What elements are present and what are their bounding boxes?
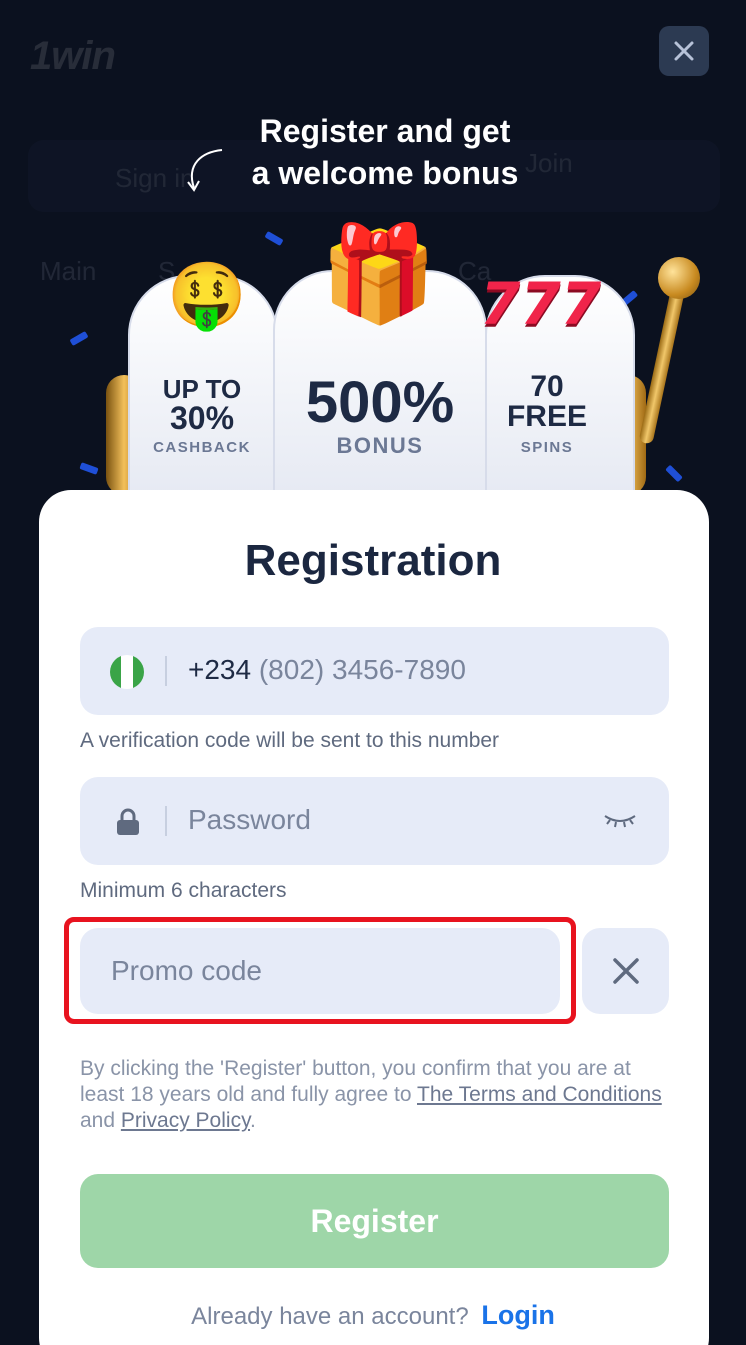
money-face-icon: 🤑 [167,259,247,331]
bonus-value: 500% [305,370,455,435]
welcome-bonus-banner: 🤑 🎁 777 UP TO 30% CASHBACK 500% BONUS 70… [60,215,710,515]
cashback-label: CASHBACK [153,439,251,456]
nigeria-flag-icon[interactable] [110,655,144,689]
lucky-seven-icon: 777 [480,270,602,338]
register-button[interactable]: Register [80,1174,669,1268]
clear-icon [612,958,639,984]
curl-arrow-icon [187,149,223,192]
free-spins-line2: FREE [506,400,587,433]
password-hint: Minimum 6 characters [80,879,287,902]
confetti [264,230,284,247]
login-link[interactable]: Login [481,1300,554,1330]
free-spins-label: SPINS [520,439,574,456]
eye-closed-icon[interactable] [603,812,637,830]
privacy-policy-link[interactable]: Privacy Policy [121,1109,250,1132]
promo-heading-line2: a welcome bonus [251,155,519,191]
terms-link[interactable]: The Terms and Conditions [417,1083,662,1106]
confetti [665,464,683,483]
country-code: +234 [188,654,252,685]
login-row: Already have an account? Login [0,1300,746,1331]
password-divider [165,806,167,836]
promo-heading-line1: Register and get [259,113,511,149]
slot-lever [638,275,688,445]
confetti [69,330,89,347]
page-title: Registration [244,536,502,585]
close-icon [674,41,694,61]
cashback-value: 30% [169,400,235,436]
promo-heading: Register and get a welcome bonus [200,110,570,194]
slot-lever-knob [658,257,700,299]
password-input[interactable]: Password [188,804,311,836]
bonus-label: BONUS [336,433,424,458]
confetti [79,462,99,475]
legal-text-and: and [80,1109,121,1132]
legal-notice: By clicking the 'Register' button, you c… [80,1056,670,1134]
cashback-line1: UP TO [162,374,242,404]
gift-icon: 🎁 [320,221,438,326]
close-button[interactable] [659,26,709,76]
lock-icon [117,808,139,835]
phone-hint: A verification code will be sent to this… [80,729,500,752]
phone-divider [165,656,167,686]
free-spins-count: 70 [530,370,564,403]
phone-placeholder: (802) 3456-7890 [258,654,466,685]
password-field[interactable] [80,777,669,865]
promo-code-highlight [64,917,576,1024]
clear-promo-button[interactable] [582,928,669,1014]
legal-text-end: . [250,1109,256,1132]
phone-input[interactable]: +234 (802) 3456-7890 [188,654,466,686]
login-prompt: Already have an account? [191,1303,469,1330]
